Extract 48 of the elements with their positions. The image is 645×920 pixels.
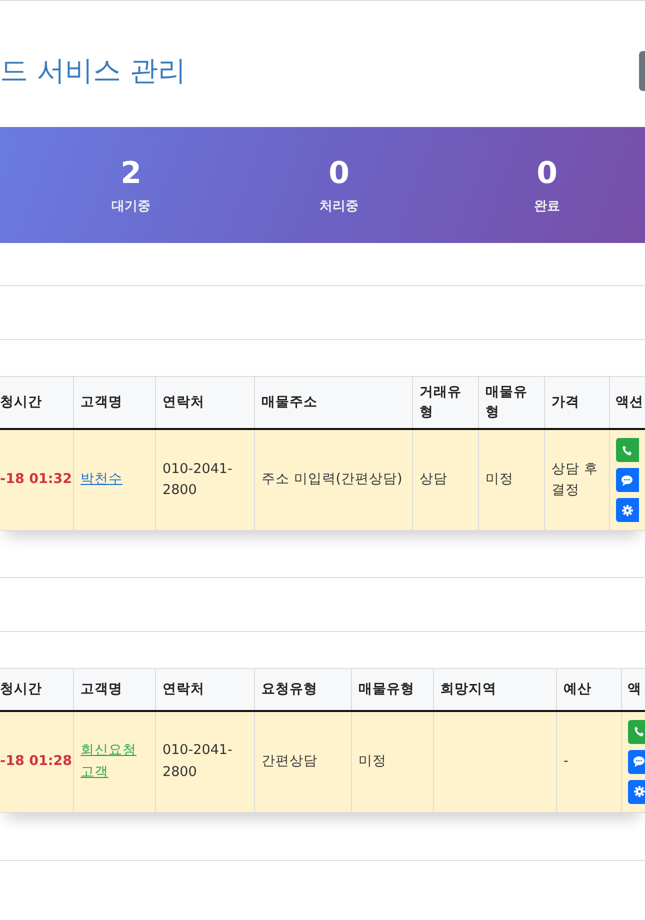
column-header: 청시간 — [0, 376, 73, 430]
table-cell: 010-2041-2800 — [155, 710, 254, 812]
column-header: 희망지역 — [433, 668, 556, 711]
phone-icon — [622, 444, 632, 456]
chat-bubble-icon — [621, 474, 633, 486]
column-header: 연락처 — [155, 668, 254, 711]
column-header: 가격 — [544, 376, 609, 430]
stat-value: 0 — [536, 156, 558, 190]
table-cell: - — [556, 710, 621, 812]
request-time: -18 01:28 — [0, 752, 72, 769]
stat-label: 처리중 — [320, 198, 358, 214]
table-cell: 미정 — [351, 710, 433, 812]
call-button[interactable] — [616, 438, 638, 462]
table-cell: 010-2041-2800 — [155, 429, 254, 531]
table-cell: 상담 — [412, 429, 478, 531]
sms-button[interactable] — [628, 750, 645, 774]
request-time: -18 01:32 — [0, 471, 72, 488]
header-button[interactable] — [639, 51, 645, 91]
stat-value: 0 — [328, 156, 350, 190]
table-cell: 미정 — [478, 429, 544, 531]
column-header: 액 — [621, 668, 645, 711]
customer-name-link[interactable]: 박천수 — [80, 469, 122, 491]
gear-icon — [634, 786, 644, 798]
table-cell: 상담 후 결정 — [544, 429, 609, 531]
stat-label: 완료 — [534, 198, 560, 214]
phone-icon — [634, 726, 644, 738]
stat-label: 대기중 — [112, 198, 150, 214]
column-header: 매물주소 — [254, 376, 412, 430]
chat-bubble-icon — [633, 756, 645, 768]
table-cell: 주소 미입력(간편상담) — [254, 429, 412, 531]
settings-button[interactable] — [616, 498, 638, 522]
call-button[interactable] — [628, 720, 645, 744]
column-header: 연락처 — [155, 376, 254, 430]
column-header: 청시간 — [0, 668, 73, 711]
column-header: 고객명 — [73, 668, 155, 711]
column-header: 매물유형 — [478, 376, 544, 430]
column-header: 요청유형 — [254, 668, 351, 711]
page-title: 드 서비스 관리 — [0, 53, 186, 89]
column-header: 예산 — [556, 668, 621, 711]
column-header: 고객명 — [73, 376, 155, 430]
settings-button[interactable] — [628, 780, 645, 804]
sms-button[interactable] — [616, 468, 638, 492]
stat-value: 2 — [120, 156, 142, 190]
gear-icon — [622, 504, 632, 516]
column-header: 매물유형 — [351, 668, 433, 711]
column-header: 거래유형 — [412, 376, 478, 430]
column-header: 액션 — [609, 376, 645, 430]
table-cell: 간편상담 — [254, 710, 351, 812]
